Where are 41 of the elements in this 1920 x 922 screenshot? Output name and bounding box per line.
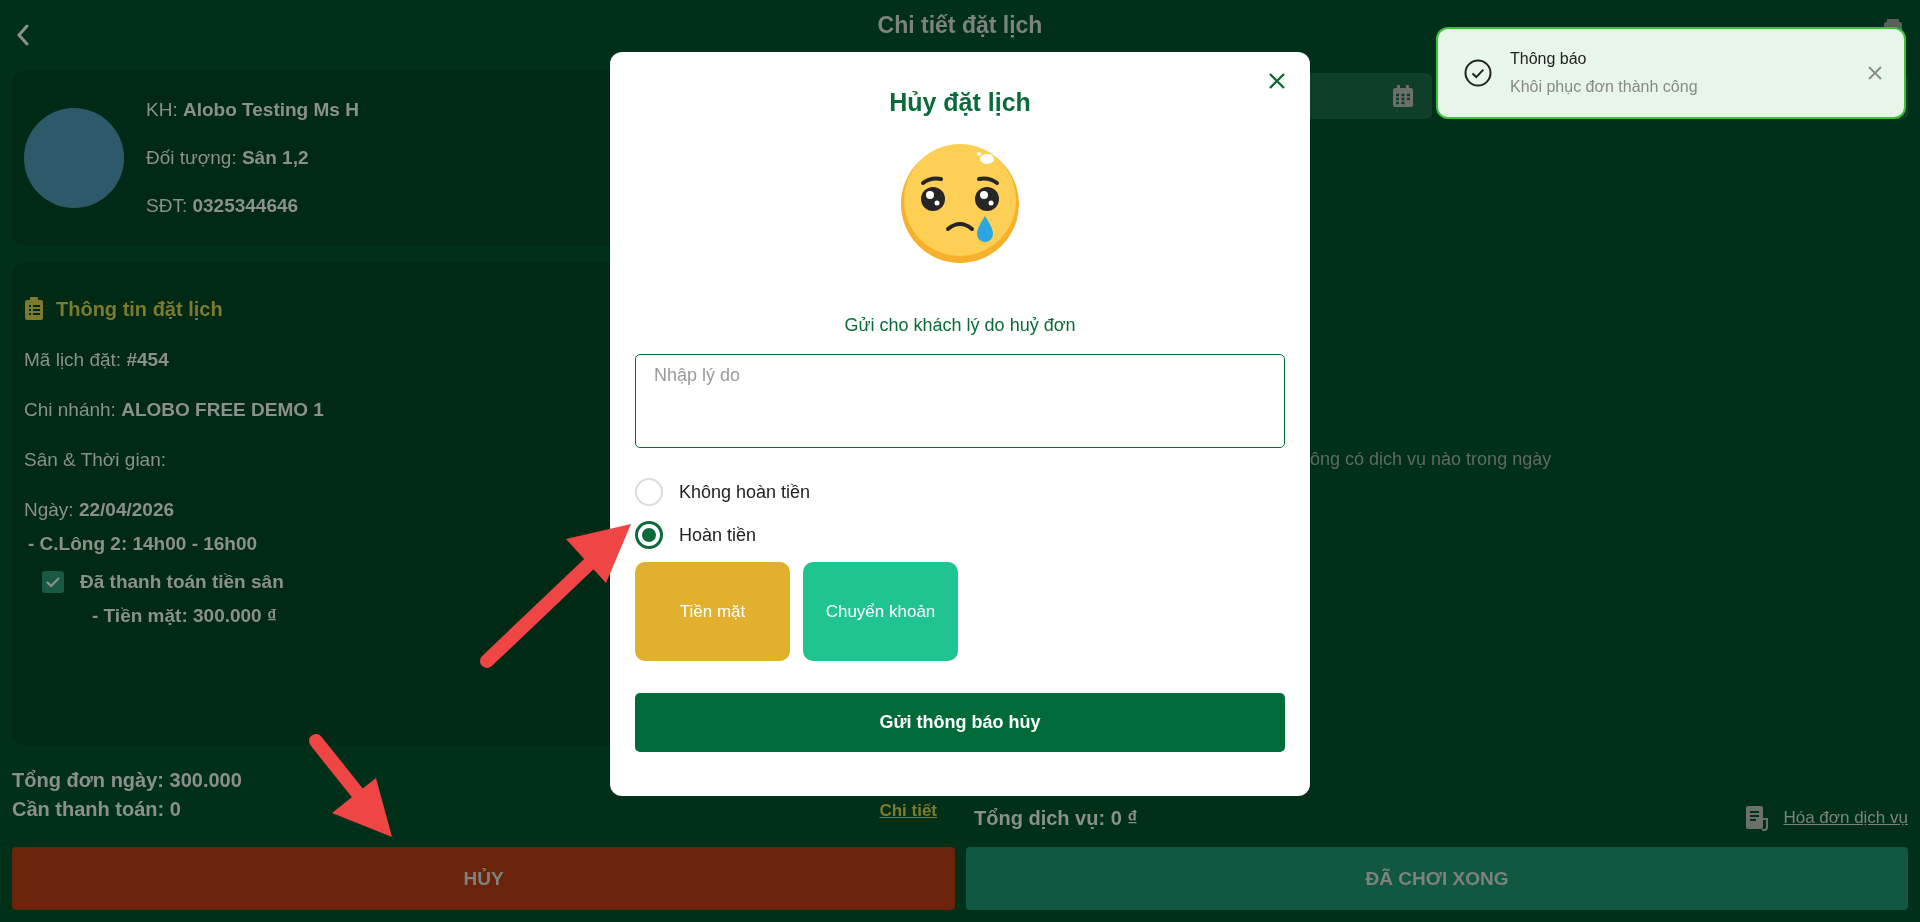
court-time-slot: - C.Lông 2: 14h00 - 16h00 [24, 533, 258, 555]
booking-field: Mã lịch đặt: #454 [24, 349, 169, 371]
invoice-link[interactable]: Hóa đơn dịch vụ [1783, 808, 1908, 828]
checkbox-label: Đã thanh toán tiền sân [80, 571, 284, 593]
reason-field[interactable]: Nhập lý do [635, 354, 1285, 448]
close-icon[interactable] [1868, 66, 1882, 80]
payment-detail: - Tiền mặt: 300.000 ₫ [91, 605, 277, 627]
checkbox[interactable] [42, 571, 64, 593]
check-circle-icon [1464, 59, 1492, 87]
cancel-button[interactable]: HỦY [12, 847, 955, 910]
booking-field: Sân & Thời gian: [24, 449, 167, 471]
page-title: Chi tiết đặt lịch [877, 11, 1043, 39]
booking-field: Chi nhánh: ALOBO FREE DEMO 1 [24, 399, 324, 421]
dialog-subtitle: Gửi cho khách lý do huỷ đơn [843, 315, 1077, 336]
customer-field: SĐT: 0325344646 [146, 195, 359, 217]
toast-message: Khôi phục đơn thành công [1510, 78, 1699, 96]
invoice-icon [1745, 805, 1770, 831]
payment-method-button[interactable]: Chuyển khoản [803, 562, 958, 661]
check-icon [46, 576, 60, 588]
crying-face-icon [899, 143, 1021, 265]
clipboard-icon [24, 297, 44, 321]
customer-field: KH: Alobo Testing Ms H [146, 99, 359, 121]
payment-method-button[interactable]: Tiền mặt [635, 562, 790, 661]
amount-due: Cần thanh toán: 0 [12, 798, 182, 821]
empty-message: ông có dịch vụ nào trong ngày [1309, 449, 1553, 470]
close-icon[interactable] [1268, 72, 1286, 90]
detail-link[interactable]: Chi tiết [879, 801, 937, 821]
calendar-icon [1392, 84, 1414, 108]
booking-field: Ngày: 22/04/2026 [24, 499, 174, 521]
radio-label: Không hoàn tiền [679, 481, 811, 503]
back-icon[interactable] [16, 24, 30, 46]
customer-field: Đối tượng: Sân 1,2 [146, 147, 359, 169]
service-total: Tổng dịch vụ: 0 ₫ [974, 806, 1138, 830]
finished-button[interactable]: ĐÃ CHƠI XONG [966, 847, 1908, 910]
radio-label: Hoàn tiền [679, 524, 757, 546]
day-total: Tổng đơn ngày: 300.000 [12, 769, 242, 792]
send-cancel-button[interactable]: Gửi thông báo hủy [635, 693, 1285, 752]
section-title: Thông tin đặt lịch [56, 297, 223, 321]
radio-button[interactable] [635, 521, 663, 549]
toast-title: Thông báo [1510, 50, 1588, 68]
dialog-title: Hủy đặt lịch [888, 88, 1032, 117]
